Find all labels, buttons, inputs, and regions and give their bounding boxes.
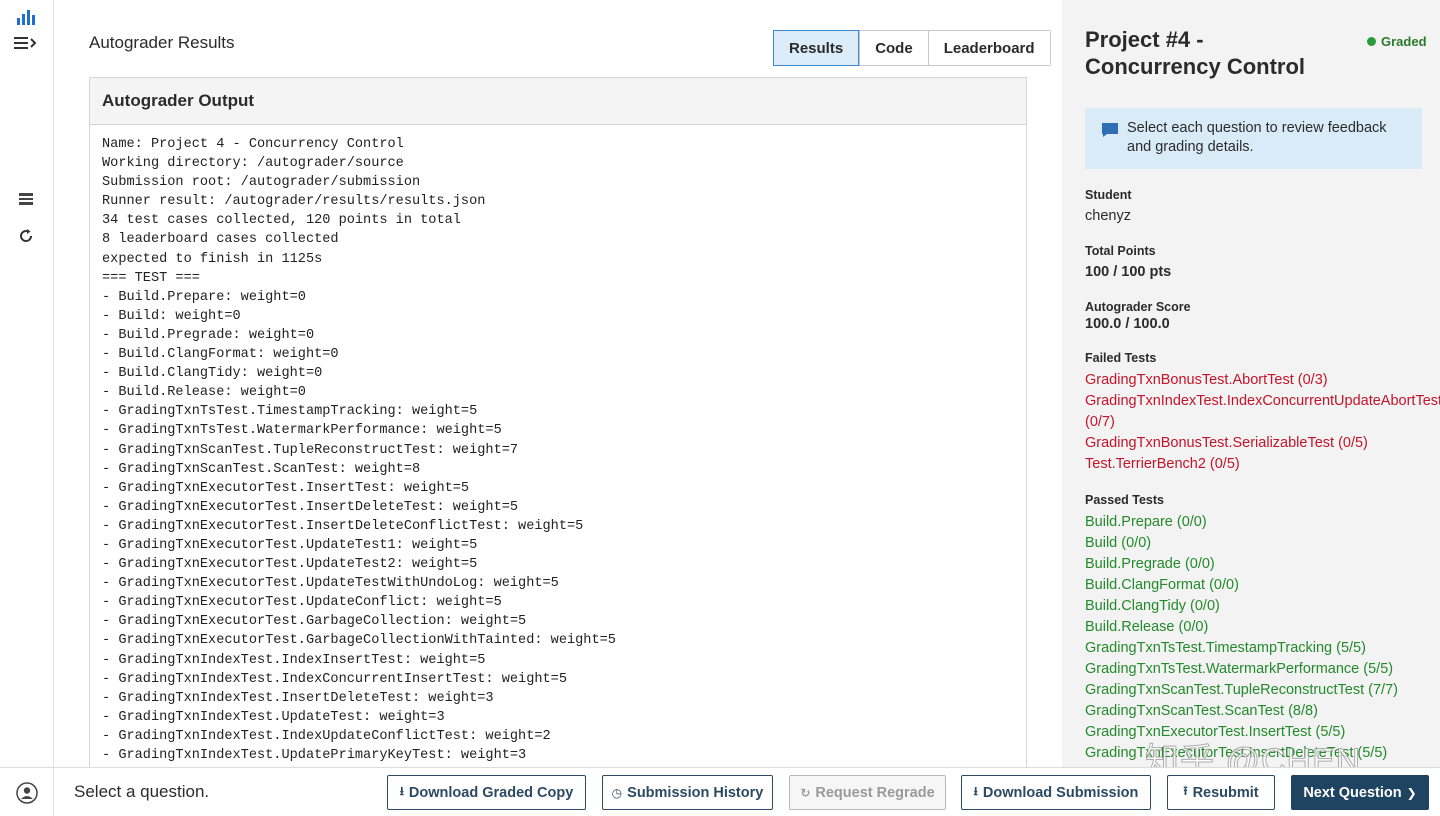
download-graded-copy-button[interactable]: ⭳ Download Graded Copy bbox=[387, 775, 586, 810]
passed-test-link[interactable]: GradingTxnTsTest.WatermarkPerformance (5… bbox=[1085, 659, 1398, 680]
tab-leaderboard[interactable]: Leaderboard bbox=[927, 31, 1050, 65]
download-icon: ⭳ bbox=[399, 784, 404, 798]
passed-tests-label: Passed Tests bbox=[1085, 493, 1164, 507]
action-footer: Select a question. ⭳ Download Graded Copy… bbox=[0, 767, 1440, 816]
comment-icon bbox=[1101, 122, 1119, 144]
output-line: - GradingTxnExecutorTest.UpdateTest1: we… bbox=[102, 537, 478, 553]
output-line: - Build.ClangTidy: weight=0 bbox=[102, 366, 323, 382]
autograder-output-panel: Autograder Output Name: Project 4 - Conc… bbox=[89, 77, 1027, 777]
passed-test-link[interactable]: GradingTxnExecutorTest.InsertDeleteTest … bbox=[1085, 743, 1398, 764]
clock-icon: ◷ bbox=[611, 785, 623, 800]
output-line: - GradingTxnExecutorTest.GarbageCollecti… bbox=[102, 614, 527, 630]
passed-test-link[interactable]: GradingTxnScanTest.TupleReconstructTest … bbox=[1085, 680, 1398, 701]
output-line: - GradingTxnScanTest.TupleReconstructTes… bbox=[102, 442, 519, 458]
view-tabs: Results Code Leaderboard bbox=[773, 30, 1051, 66]
user-avatar-icon[interactable] bbox=[0, 768, 54, 816]
student-name: chenyz bbox=[1085, 208, 1131, 224]
passed-test-link[interactable]: GradingTxnExecutorTest.InsertTest (5/5) bbox=[1085, 722, 1398, 743]
panel-title: Autograder Output bbox=[90, 78, 1026, 125]
output-line: 8 leaderboard cases collected bbox=[102, 232, 339, 248]
output-line: === TEST === bbox=[102, 270, 200, 286]
next-question-button[interactable]: Next Question ❯ bbox=[1291, 775, 1429, 810]
failed-test-link[interactable]: GradingTxnIndexTest.IndexConcurrentUpdat… bbox=[1085, 391, 1440, 433]
resubmit-button[interactable]: ⭱ Resubmit bbox=[1167, 775, 1275, 810]
passed-tests-list: Build.Prepare (0/0) Build (0/0) Build.Preg… bbox=[1085, 512, 1398, 764]
autograder-score-value: 100.0 / 100.0 bbox=[1085, 316, 1170, 332]
output-line: Name: Project 4 - Concurrency Control bbox=[102, 137, 404, 152]
passed-test-link[interactable]: Build.Pregrade (0/0) bbox=[1085, 554, 1398, 575]
passed-test-link[interactable]: Build.Release (0/0) bbox=[1085, 617, 1398, 638]
output-line: - GradingTxnTsTest.TimestampTracking: we… bbox=[102, 404, 478, 420]
passed-test-link[interactable]: Build.ClangFormat (0/0) bbox=[1085, 575, 1398, 596]
failed-tests-label: Failed Tests bbox=[1085, 351, 1157, 365]
output-line: - Build.ClangFormat: weight=0 bbox=[102, 347, 339, 363]
menu-expand-icon[interactable] bbox=[12, 31, 40, 55]
output-line: - GradingTxnIndexTest.InsertDeleteTest: … bbox=[102, 690, 494, 706]
output-line: - GradingTxnIndexTest.UpdateTest: weight… bbox=[102, 709, 445, 725]
passed-test-link[interactable]: GradingTxnScanTest.ScanTest (8/8) bbox=[1085, 701, 1398, 722]
autograder-score-label: Autograder Score bbox=[1085, 300, 1191, 314]
status-label: Graded bbox=[1381, 34, 1427, 49]
passed-test-link[interactable]: Build.Prepare (0/0) bbox=[1085, 512, 1398, 533]
output-line: - GradingTxnExecutorTest.GarbageCollecti… bbox=[102, 633, 616, 649]
download-submission-button[interactable]: ⭳ Download Submission bbox=[961, 775, 1151, 810]
output-line: - GradingTxnIndexTest.IndexUpdateConflic… bbox=[102, 728, 551, 744]
submission-history-button[interactable]: ◷ Submission History bbox=[602, 775, 773, 810]
student-label: Student bbox=[1085, 188, 1132, 202]
output-line: - Build.Pregrade: weight=0 bbox=[102, 327, 315, 343]
output-line: expected to finish in 1125s bbox=[102, 251, 323, 267]
output-line: - GradingTxnIndexTest.IndexInsertTest: w… bbox=[102, 652, 486, 668]
output-line: - Build: weight=0 bbox=[102, 308, 241, 324]
output-line: - GradingTxnScanTest.ScanTest: weight=8 bbox=[102, 461, 421, 477]
failed-test-link[interactable]: GradingTxnBonusTest.SerializableTest (0/… bbox=[1085, 433, 1440, 454]
question-status: Select a question. bbox=[74, 782, 210, 801]
passed-test-link[interactable]: GradingTxnTsTest.TimestampTracking (5/5) bbox=[1085, 638, 1398, 659]
total-points-value: 100 / 100 pts bbox=[1085, 264, 1172, 280]
output-line: - GradingTxnExecutorTest.InsertDeleteTes… bbox=[102, 499, 519, 515]
tab-results[interactable]: Results bbox=[773, 30, 860, 66]
download-icon: ⭳ bbox=[973, 784, 978, 798]
redo-icon: ↻ bbox=[800, 785, 811, 800]
passed-test-link[interactable]: Build (0/0) bbox=[1085, 533, 1398, 554]
tab-code[interactable]: Code bbox=[859, 31, 928, 65]
output-line: 34 test cases collected, 120 points in t… bbox=[102, 213, 461, 229]
output-line: - GradingTxnIndexTest.IndexConcurrentIns… bbox=[102, 671, 567, 687]
output-line: - GradingTxnIndexTest.UpdatePrimaryKeyTe… bbox=[102, 748, 527, 763]
failed-test-link[interactable]: Test.TerrierBench2 (0/5) bbox=[1085, 454, 1440, 475]
output-line: - GradingTxnExecutorTest.InsertTest: wei… bbox=[102, 480, 470, 496]
output-line: - GradingTxnExecutorTest.UpdateConflict:… bbox=[102, 595, 502, 611]
failed-tests-list: GradingTxnBonusTest.AbortTest (0/3) Gradi… bbox=[1085, 370, 1440, 475]
upload-icon: ⭱ bbox=[1183, 784, 1188, 798]
output-line: - GradingTxnTsTest.WatermarkPerformance:… bbox=[102, 423, 502, 439]
left-rail bbox=[0, 0, 54, 767]
status-badge: Graded bbox=[1367, 34, 1427, 49]
main-content: Autograder Results Results Code Leaderbo… bbox=[55, 0, 1062, 777]
output-line: - GradingTxnExecutorTest.UpdateTestWithU… bbox=[102, 576, 559, 592]
autograder-output-text: Name: Project 4 - Concurrency Control Wor… bbox=[90, 125, 1026, 775]
output-line: - GradingTxnExecutorTest.UpdateTest2: we… bbox=[102, 557, 478, 573]
submission-sidebar: Project #4 - Concurrency Control Graded … bbox=[1062, 0, 1440, 767]
refresh-icon[interactable] bbox=[12, 224, 40, 248]
request-regrade-button[interactable]: ↻ Request Regrade bbox=[789, 775, 946, 810]
status-dot-icon bbox=[1367, 37, 1376, 46]
chevron-right-icon: ❯ bbox=[1406, 785, 1417, 800]
output-line: - Build.Prepare: weight=0 bbox=[102, 289, 306, 305]
output-line: Submission root: /autograder/submission bbox=[102, 175, 421, 191]
info-notice: Select each question to review feedback … bbox=[1085, 108, 1422, 169]
page-title: Autograder Results bbox=[89, 33, 235, 52]
failed-test-link[interactable]: GradingTxnBonusTest.AbortTest (0/3) bbox=[1085, 370, 1440, 391]
project-title: Project #4 - Concurrency Control bbox=[1085, 27, 1306, 79]
output-line: Working directory: /autograder/source bbox=[102, 156, 404, 172]
output-line: Runner result: /autograder/results/resul… bbox=[102, 194, 486, 210]
passed-test-link[interactable]: Build.ClangTidy (0/0) bbox=[1085, 596, 1398, 617]
bar-chart-logo-icon[interactable] bbox=[12, 5, 40, 29]
notice-text: Select each question to review feedback … bbox=[1127, 120, 1387, 155]
output-line: - GradingTxnExecutorTest.InsertDeleteCon… bbox=[102, 518, 584, 534]
total-points-label: Total Points bbox=[1085, 244, 1156, 258]
output-line: - Build.Release: weight=0 bbox=[102, 385, 306, 401]
outline-list-icon[interactable] bbox=[12, 187, 40, 211]
